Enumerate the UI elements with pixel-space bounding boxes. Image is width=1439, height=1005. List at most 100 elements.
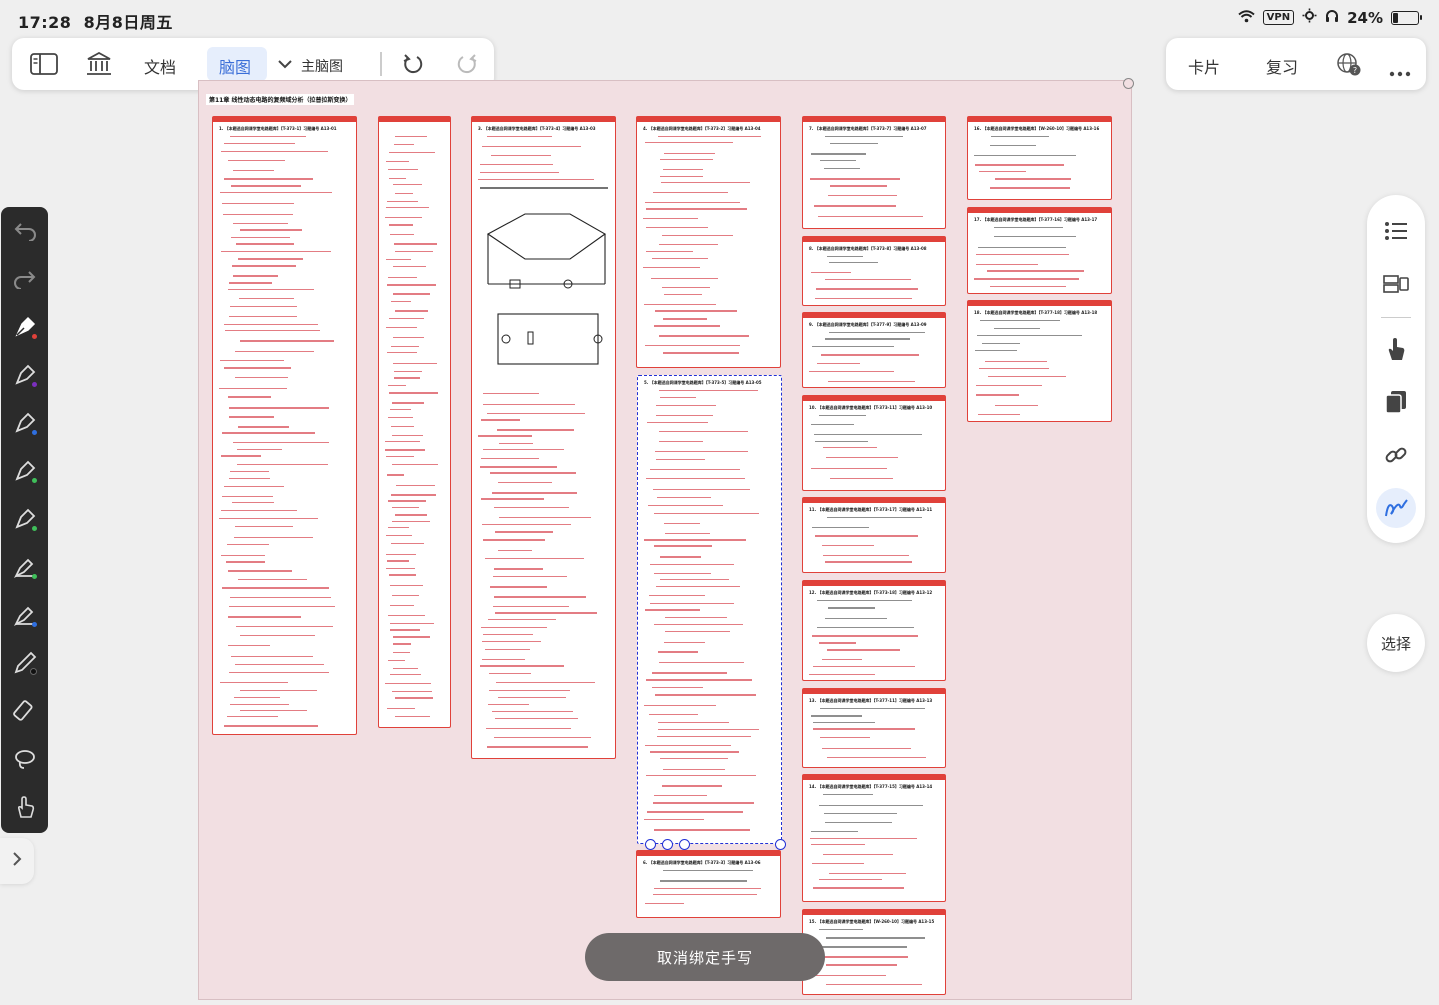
question-card[interactable]: 4. 【本题选自网课学堂电路题库】【T-373-2】习题编号 A13-04 [636,116,781,368]
printed-text-line [811,423,855,426]
handwriting-stroke [990,286,1066,288]
handwriting-stroke [233,169,274,172]
hand-icon[interactable] [9,791,41,823]
status-time: 17:28 8月8日周五 [18,13,173,32]
select-button[interactable]: 选择 [1367,614,1425,672]
undo-icon[interactable] [399,51,427,77]
canvas-resize-handle[interactable] [1123,78,1134,89]
handwriting-stroke [985,361,1048,363]
handwriting-stroke [659,430,748,433]
printed-text-line [827,256,863,258]
handwriting-stroke [651,257,709,260]
handwriting-stroke [818,216,924,218]
handwriting-stroke [496,429,575,431]
resize-handle[interactable] [775,839,786,850]
question-card[interactable]: 3. 【本题选自网课学堂电路题库】【T-373-4】习题编号 A13-03 [471,116,616,759]
highlighter-icon[interactable] [9,551,41,583]
pencil-icon[interactable] [9,647,41,679]
sidebar-icon[interactable] [30,51,58,77]
tab-mindmap[interactable]: 脑图 [219,54,251,78]
question-card[interactable]: 11. 【本题选自网课学堂电路题库】【T-373-17】习题编号 A13-11 [802,497,946,573]
handwriting-stroke [386,567,415,570]
unbind-handwriting-button[interactable]: 取消绑定手写 [585,933,825,981]
handwriting-stroke [654,545,712,547]
printed-text-line [982,343,1020,345]
handwriting-stroke [389,622,435,625]
handwriting-stroke [811,862,864,864]
tab-document[interactable]: 文档 [144,54,176,78]
web-help-icon[interactable]: ? [1336,52,1362,80]
handwriting-stroke [495,531,553,533]
question-card[interactable]: 8. 【本题选自网课学堂电路题库】【T-373-8】习题编号 A13-08 [802,236,946,306]
layout-icon[interactable] [1382,270,1410,298]
card-title: 6. 【本题选自网课学堂电路题库】【T-373-3】习题编号 A13-06 [643,860,761,865]
chevron-down-icon[interactable] [275,51,295,77]
question-card[interactable] [378,116,451,728]
question-card[interactable]: 7. 【本题选自网课学堂电路题库】【T-373-7】习题编号 A13-07 [802,116,946,229]
palette-expand-button[interactable] [0,838,34,884]
handwriting-stroke [230,655,314,657]
handwriting-stroke [231,185,302,187]
redo-icon[interactable] [453,51,481,77]
handwriting-stroke [814,535,918,537]
selection-handle[interactable] [645,839,656,850]
question-card[interactable]: 14. 【本题选自网课学堂电路题库】【T-377-15】习题编号 A13-14 [802,774,946,902]
pen-icon[interactable] [9,503,41,535]
pen-icon[interactable] [9,407,41,439]
question-card[interactable]: 18. 【本题选自网课学堂电路题库】【T-377-18】习题编号 A13-18 [967,300,1112,422]
library-icon[interactable] [85,51,113,77]
handwriting-stroke [385,449,425,451]
handwriting-stroke [987,375,1066,377]
handwriting-stroke [385,259,411,261]
handwriting-stroke [654,829,750,831]
card-title: 18. 【本题选自网课学堂电路题库】【T-377-18】习题编号 A13-18 [974,310,1098,315]
handwriting-stroke [813,887,905,889]
handwriting-stroke [649,602,734,604]
question-card[interactable]: 9. 【本题选自网课学堂电路题库】【T-377-9】习题编号 A13-09 [802,312,946,388]
fountain-pen-icon[interactable] [9,311,41,343]
list-icon[interactable] [1382,217,1410,245]
review-button[interactable]: 复习 [1266,54,1298,78]
handwriting-stroke [660,396,697,399]
undo-icon[interactable] [9,215,41,247]
question-card[interactable]: 6. 【本题选自网课学堂电路题库】【T-373-3】习题编号 A13-06 [636,850,781,918]
pen-icon[interactable] [9,455,41,487]
card-title: 17. 【本题选自网课学堂电路题库】【T-377-16】习题编号 A13-17 [974,217,1098,222]
question-card[interactable]: 16. 【本题选自网课学堂电路题库】【W-260-10】习题编号 A13-16 [967,116,1112,200]
eraser-icon[interactable] [9,695,41,727]
handwriting-stroke [228,672,330,674]
selection-handle[interactable] [679,839,690,850]
handwriting-stroke [229,305,298,308]
handwriting-stroke [227,716,278,718]
handwriting-stroke [391,300,412,303]
handwriting-stroke [385,455,414,458]
selection-handle[interactable] [662,839,673,850]
printed-text-line [819,160,857,162]
question-card[interactable]: 17. 【本题选自网课学堂电路题库】【T-377-16】习题编号 A13-17 [967,207,1112,294]
handwriting-stroke [223,213,294,216]
handwriting-stroke [823,854,893,856]
handwriting-stroke [653,887,762,889]
drawing-palette [1,207,48,833]
pen-icon[interactable] [9,359,41,391]
handwriting-stroke [387,708,415,710]
question-card[interactable]: 10. 【本题选自网课学堂电路题库】【T-373-11】习题编号 A13-10 [802,395,946,491]
copy-icon[interactable] [1382,388,1410,416]
printed-text-line [825,937,926,939]
lasso-icon[interactable] [9,743,41,775]
highlighter-icon[interactable] [9,599,41,631]
question-card[interactable]: 13. 【本题选自网课学堂电路题库】【T-377-11】习题编号 A13-13 [802,688,946,768]
main-map-selector[interactable]: 主脑图 [301,56,343,76]
question-card-selected[interactable]: 5. 【本题选自网课学堂电路题库】【T-373-5】习题编号 A13-05 [637,375,782,844]
handwriting-stroke [976,384,1042,387]
handwriting-stroke [823,446,878,449]
hand-pointer-icon[interactable] [1382,335,1410,363]
redo-icon[interactable] [9,263,41,295]
more-icon[interactable] [1389,62,1411,81]
card-button[interactable]: 卡片 [1188,54,1220,78]
link-icon[interactable] [1382,441,1410,469]
chapter-title[interactable]: 第11章 线性动态电路的复频域分析（拉普拉斯变换） [206,94,355,105]
question-card[interactable]: 12. 【本题选自网课学堂电路题库】【T-373-18】习题编号 A13-12 [802,580,946,681]
question-card[interactable]: 1. 【本题选自网课学堂电路题库】【T-373-1】习题编号 A13-01 [212,116,357,735]
handwriting-icon[interactable] [1382,494,1410,522]
